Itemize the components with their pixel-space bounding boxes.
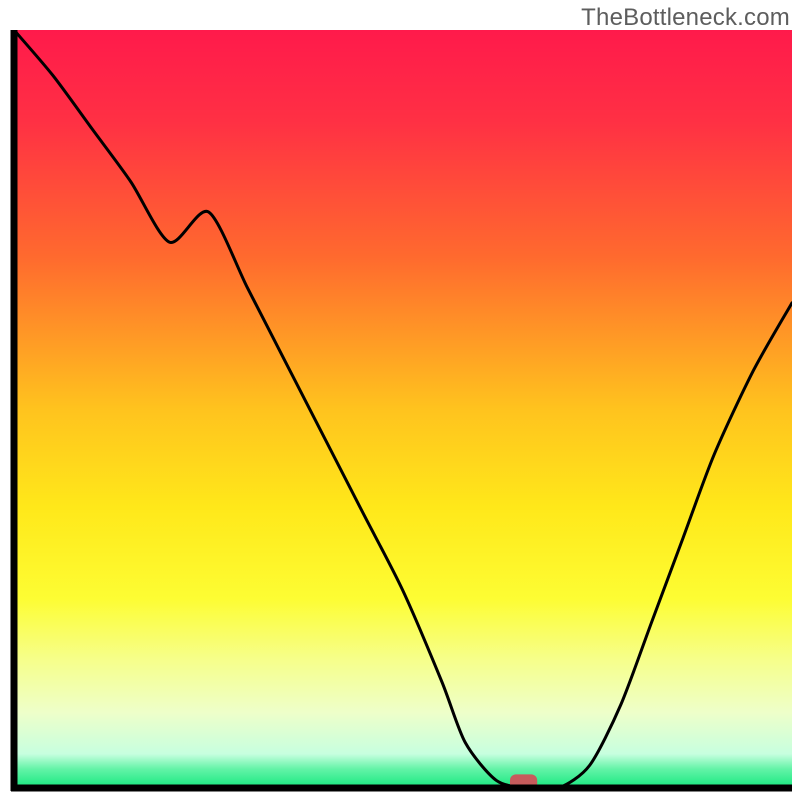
gradient-background (14, 30, 792, 788)
bottleneck-chart (0, 0, 800, 800)
watermark-text: TheBottleneck.com (581, 4, 790, 32)
chart-container: TheBottleneck.com (0, 0, 800, 800)
